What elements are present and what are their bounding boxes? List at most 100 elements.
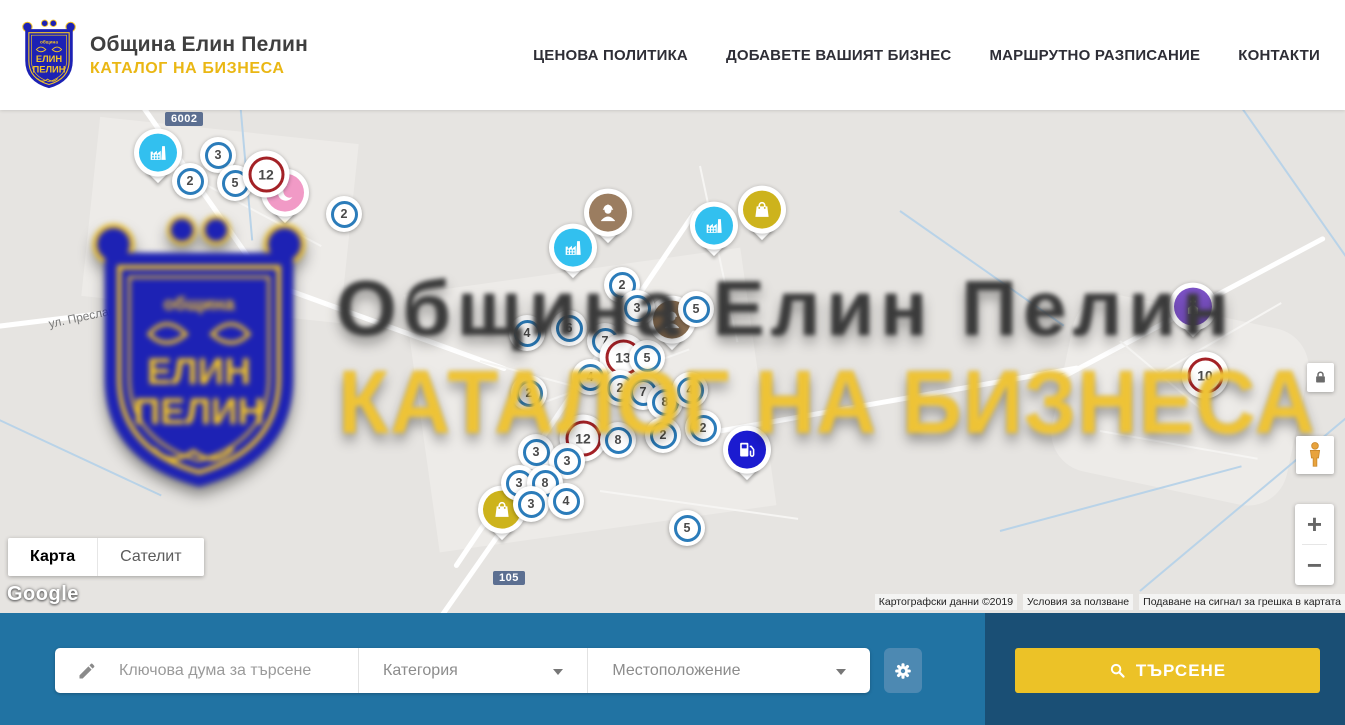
cluster-count: 8 bbox=[542, 476, 549, 490]
map-canvas[interactable]: 6002105 ул. Преславбул. „Новоселци“ 3251… bbox=[0, 110, 1345, 613]
attribution-terms-link[interactable]: Условия за ползване bbox=[1023, 594, 1133, 610]
site-subtitle: КАТАЛОГ НА БИЗНЕСА bbox=[90, 60, 308, 78]
cluster-marker[interactable]: 10 bbox=[1182, 352, 1229, 399]
cluster-count: 8 bbox=[662, 395, 669, 409]
nav-contacts[interactable]: КОНТАКТИ bbox=[1238, 47, 1320, 64]
main-nav: ЦЕНОВА ПОЛИТИКА ДОБАВЕТЕ ВАШИЯТ БИЗНЕС М… bbox=[533, 47, 1320, 64]
cluster-marker[interactable]: 5 bbox=[669, 510, 705, 546]
location-select[interactable]: Местоположение bbox=[587, 648, 870, 693]
cluster-marker[interactable]: 4 bbox=[548, 483, 584, 519]
keyword-field-wrap bbox=[55, 648, 358, 693]
map-type-control: Карта Сателит bbox=[8, 538, 204, 576]
pegman-control[interactable] bbox=[1296, 436, 1334, 474]
cluster-count: 3 bbox=[564, 454, 571, 468]
pin-head bbox=[1169, 283, 1217, 331]
cluster-count: 5 bbox=[644, 351, 651, 365]
cluster-count: 2 bbox=[619, 278, 626, 292]
cluster-count: 7 bbox=[640, 385, 647, 399]
cluster-marker[interactable]: 2 bbox=[645, 417, 681, 453]
cluster-marker[interactable]: 6 bbox=[551, 310, 587, 346]
cluster-count: 5 bbox=[232, 176, 239, 190]
bag-icon bbox=[743, 191, 781, 229]
cluster-marker[interactable]: 3 bbox=[619, 290, 655, 326]
cluster-marker[interactable]: 4 bbox=[672, 372, 708, 408]
factory-icon bbox=[554, 229, 592, 267]
fuel-icon bbox=[728, 431, 766, 469]
cluster-count: 12 bbox=[575, 430, 591, 446]
pin-head bbox=[549, 224, 597, 272]
cluster-marker[interactable]: 2 bbox=[685, 410, 721, 446]
pin-head bbox=[738, 186, 786, 234]
chevron-down-icon bbox=[553, 669, 563, 675]
cluster-count: 2 bbox=[617, 381, 624, 395]
pencil-icon bbox=[55, 661, 119, 681]
fuel-pin-marker[interactable] bbox=[723, 426, 771, 474]
bag-pin-marker[interactable] bbox=[738, 186, 786, 234]
cluster-count: 3 bbox=[533, 445, 540, 459]
header: община ЕЛИН ПЕЛИН Община Елин Пелин КАТА… bbox=[0, 0, 1345, 110]
cluster-count: 10 bbox=[1197, 367, 1213, 383]
factory-icon bbox=[695, 207, 733, 245]
municipality-crest-icon: община ЕЛИН ПЕЛИН bbox=[20, 19, 78, 91]
cluster-count: 5 bbox=[684, 521, 691, 535]
cluster-count: 8 bbox=[615, 433, 622, 447]
category-select-value: Категория bbox=[383, 662, 458, 680]
nav-add-your-business[interactable]: ДОБАВЕТЕ ВАШИЯТ БИЗНЕС bbox=[726, 47, 951, 64]
attribution-copyright: Картографски данни ©2019 bbox=[875, 594, 1017, 610]
search-submit-button[interactable]: ТЪРСЕНЕ bbox=[1015, 648, 1320, 693]
cluster-marker[interactable]: 2 bbox=[326, 196, 362, 232]
cluster-marker[interactable]: 12 bbox=[243, 151, 290, 198]
keyword-search-input[interactable] bbox=[119, 662, 344, 680]
gear-icon bbox=[892, 660, 914, 682]
cluster-count: 2 bbox=[187, 174, 194, 188]
cluster-marker[interactable]: 4 bbox=[509, 315, 545, 351]
nav-route-schedule[interactable]: МАРШРУТНО РАЗПИСАНИЕ bbox=[989, 47, 1200, 64]
cluster-marker[interactable]: 5 bbox=[678, 291, 714, 327]
cluster-marker[interactable]: 3 bbox=[513, 486, 549, 522]
cluster-count: 2 bbox=[660, 428, 667, 442]
cluster-count: 5 bbox=[693, 302, 700, 316]
nav-pricing-policy[interactable]: ЦЕНОВА ПОЛИТИКА bbox=[533, 47, 688, 64]
church-pin-marker[interactable] bbox=[1169, 283, 1217, 331]
pin-head bbox=[690, 202, 738, 250]
cluster-count: 12 bbox=[258, 166, 274, 182]
cluster-marker[interactable]: 2 bbox=[511, 375, 547, 411]
map-type-map-button[interactable]: Карта bbox=[8, 538, 97, 576]
site-logo[interactable]: община ЕЛИН ПЕЛИН Община Елин Пелин КАТА… bbox=[20, 19, 308, 91]
cluster-count: 2 bbox=[341, 207, 348, 221]
search-submit-label: ТЪРСЕНЕ bbox=[1136, 661, 1226, 681]
crest-name-line1: ЕЛИН bbox=[36, 54, 63, 64]
cluster-marker[interactable]: 2 bbox=[172, 163, 208, 199]
attribution-report-error-link[interactable]: Подаване на сигнал за грешка в картата bbox=[1139, 594, 1345, 610]
search-bar: Категория Местоположение ТЪРСЕНЕ bbox=[0, 613, 1345, 725]
map-type-satellite-button[interactable]: Сателит bbox=[97, 538, 203, 576]
cluster-count: 2 bbox=[526, 386, 533, 400]
location-select-value: Местоположение bbox=[612, 662, 740, 680]
search-fields: Категория Местоположение bbox=[55, 648, 870, 693]
cluster-count: 3 bbox=[634, 301, 641, 315]
cluster-count: 3 bbox=[215, 148, 222, 162]
search-icon bbox=[1109, 662, 1126, 679]
cluster-count: 6 bbox=[566, 321, 573, 335]
cluster-count: 4 bbox=[524, 326, 531, 340]
cluster-count: 4 bbox=[563, 494, 570, 508]
cluster-count: 3 bbox=[528, 497, 535, 511]
zoom-in-button[interactable]: + bbox=[1295, 504, 1334, 544]
lock-icon bbox=[1313, 369, 1328, 386]
crest-name-line2: ПЕЛИН bbox=[32, 64, 65, 74]
site-title: Община Елин Пелин bbox=[90, 33, 308, 57]
advanced-search-button[interactable] bbox=[884, 648, 922, 693]
cluster-marker[interactable]: 8 bbox=[600, 422, 636, 458]
factory-pin-marker[interactable] bbox=[690, 202, 738, 250]
cluster-count: 2 bbox=[700, 421, 707, 435]
cluster-count: 4 bbox=[687, 383, 694, 397]
factory-icon bbox=[139, 134, 177, 172]
cluster-marker[interactable]: 5 bbox=[629, 340, 665, 376]
lock-control-button[interactable] bbox=[1307, 363, 1334, 392]
google-logo[interactable]: Google bbox=[7, 583, 79, 606]
church-icon bbox=[1174, 288, 1212, 326]
cluster-count: 4 bbox=[587, 370, 594, 384]
factory-pin-marker[interactable] bbox=[549, 224, 597, 272]
category-select[interactable]: Категория bbox=[358, 648, 587, 693]
zoom-out-button[interactable]: − bbox=[1295, 545, 1334, 585]
